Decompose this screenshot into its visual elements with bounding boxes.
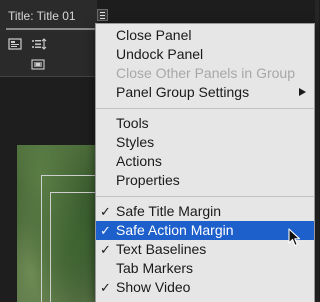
video-preview bbox=[17, 145, 97, 302]
safe-action-margin-line bbox=[50, 192, 97, 193]
checkmark-icon: ✓ bbox=[100, 280, 111, 295]
checkmark-icon: ✓ bbox=[100, 223, 111, 238]
menu-item-undock-panel[interactable]: Undock Panel bbox=[96, 45, 314, 64]
submenu-arrow-icon bbox=[299, 88, 306, 96]
checkmark-icon: ✓ bbox=[100, 204, 111, 219]
menu-item-actions[interactable]: Actions bbox=[96, 152, 314, 171]
menu-item-styles[interactable]: Styles bbox=[96, 133, 314, 152]
menu-item-text-baselines[interactable]: ✓ Text Baselines bbox=[96, 240, 314, 259]
safe-title-margin-line bbox=[41, 175, 97, 176]
menu-item-close-panel[interactable]: Close Panel bbox=[96, 26, 314, 45]
safe-action-margin-line bbox=[50, 192, 51, 302]
menu-item-close-other-panels: Close Other Panels in Group bbox=[116, 65, 295, 81]
safe-title-margin-line bbox=[41, 175, 42, 302]
menu-item-tools[interactable]: Tools bbox=[96, 114, 314, 133]
menu-separator bbox=[96, 108, 314, 109]
panel-menu: Close Panel Undock Panel Close Other Pan… bbox=[95, 23, 315, 302]
menu-separator bbox=[96, 196, 314, 197]
menu-item-show-video[interactable]: ✓ Show Video bbox=[96, 278, 314, 297]
panel-toolbar bbox=[0, 32, 97, 77]
menu-item-panel-group-settings[interactable]: Panel Group Settings bbox=[96, 83, 314, 102]
title-properties-icon[interactable] bbox=[8, 38, 22, 50]
panel-edge bbox=[315, 0, 319, 302]
panel-menu-button[interactable] bbox=[97, 9, 108, 21]
panel-title: Title: Title 01 bbox=[8, 9, 76, 23]
menu-item-safe-title-margin[interactable]: ✓ Safe Title Margin bbox=[96, 202, 314, 221]
align-distribute-icon[interactable] bbox=[31, 38, 48, 50]
menu-item-tab-markers[interactable]: Tab Markers bbox=[96, 259, 314, 278]
checkmark-icon: ✓ bbox=[100, 242, 111, 257]
mouse-pointer-icon bbox=[288, 228, 302, 248]
menu-item-properties[interactable]: Properties bbox=[96, 171, 314, 190]
safe-margin-icon[interactable] bbox=[31, 58, 45, 70]
menu-item-safe-action-margin[interactable]: ✓ Safe Action Margin bbox=[96, 221, 314, 240]
